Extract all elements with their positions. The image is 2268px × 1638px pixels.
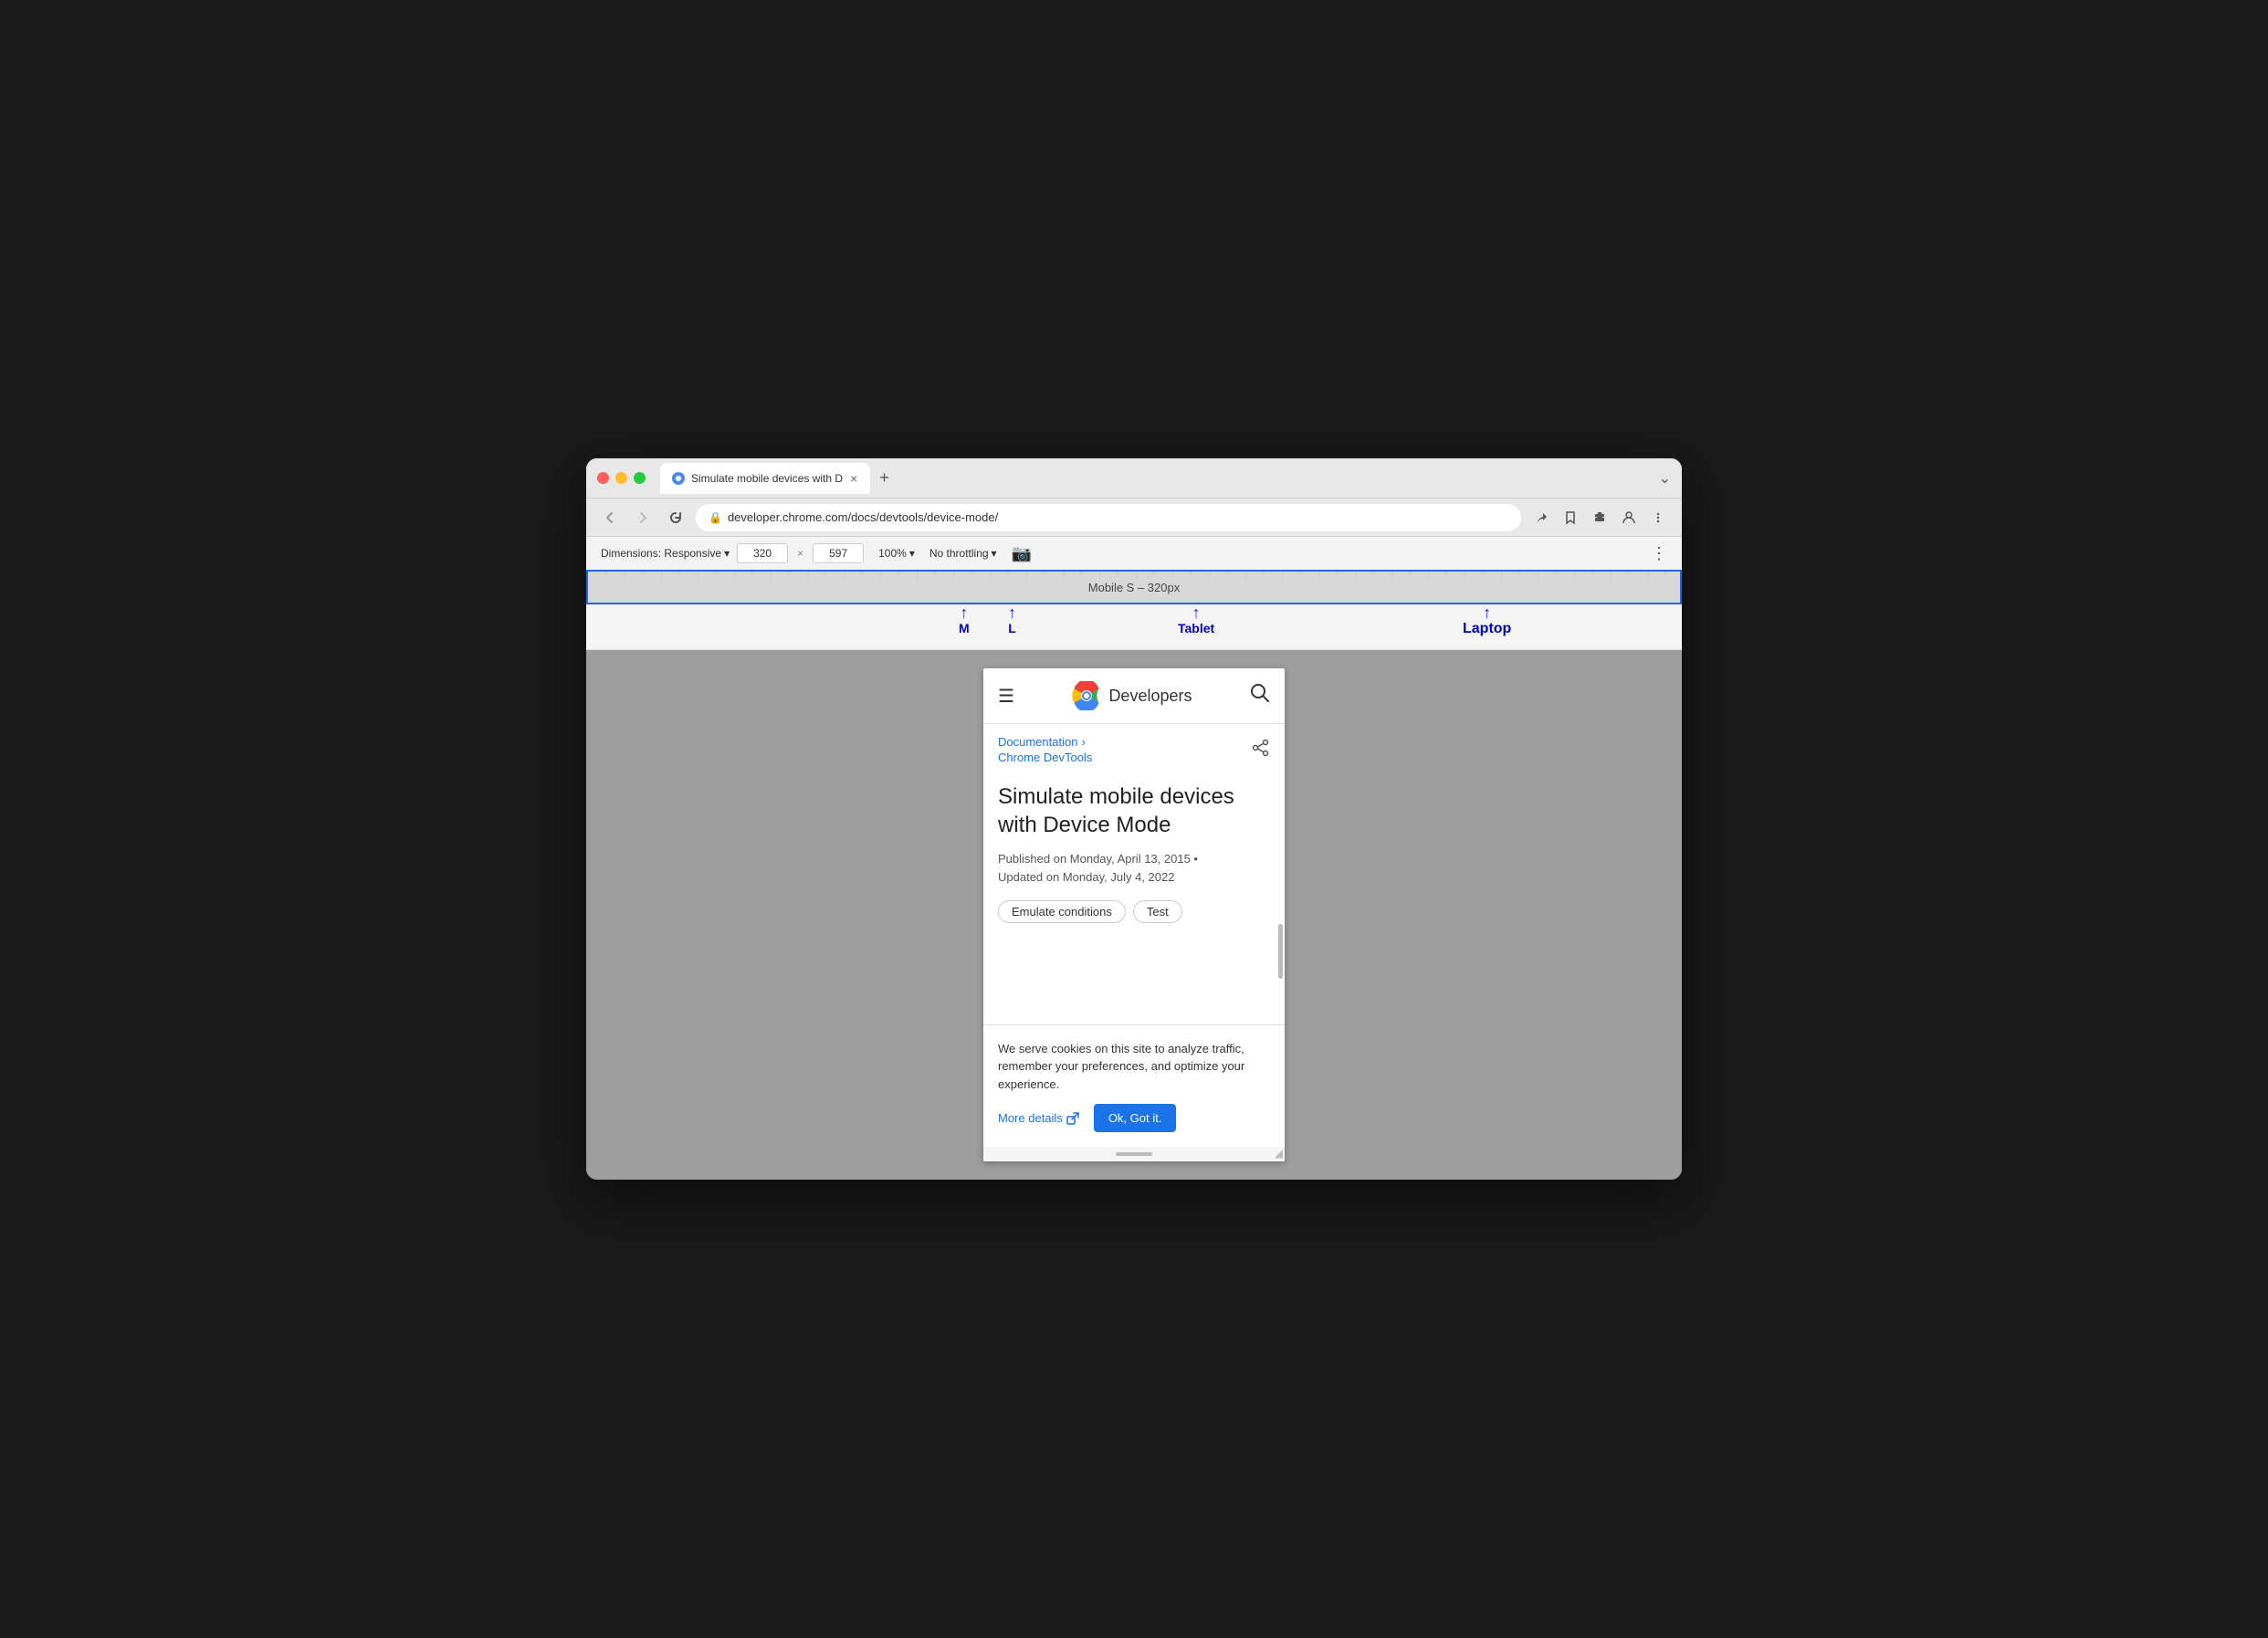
- dimensions-arrow: ▾: [724, 547, 730, 560]
- m-label: M: [959, 621, 970, 635]
- url-text: developer.chrome.com/docs/devtools/devic…: [728, 510, 998, 524]
- l-arrow-icon: ↑: [1008, 604, 1016, 621]
- article-content: Simulate mobile devices with Device Mode…: [983, 772, 1285, 1024]
- extension-icon-btn[interactable]: [1587, 505, 1612, 530]
- profile-icon: [1622, 510, 1636, 525]
- back-icon: [603, 510, 617, 525]
- search-icon[interactable]: [1250, 683, 1270, 709]
- maximize-button[interactable]: [634, 472, 646, 484]
- cookie-actions: More details Ok, Got it.: [998, 1104, 1270, 1132]
- dimensions-label: Dimensions: Responsive: [601, 547, 721, 560]
- resize-handle-bottom[interactable]: [983, 1147, 1285, 1161]
- more-options-button[interactable]: ⋮: [1651, 544, 1667, 563]
- breadcrumb-chevron: ›: [1081, 735, 1085, 749]
- forward-icon: [635, 510, 650, 525]
- height-input[interactable]: [813, 543, 864, 563]
- address-bar: 🔒 developer.chrome.com/docs/devtools/dev…: [586, 499, 1682, 537]
- menu-icon-btn[interactable]: [1645, 505, 1671, 530]
- mobile-header: ☰: [983, 668, 1285, 724]
- bookmark-icon: [1563, 510, 1578, 525]
- responsive-bar: Mobile S – 320px: [586, 572, 1682, 604]
- devtools-link[interactable]: Chrome DevTools: [998, 751, 1092, 764]
- more-details-link[interactable]: More details: [998, 1111, 1079, 1125]
- documentation-link[interactable]: Documentation ›: [998, 735, 1092, 749]
- mobile-viewport: ☰: [983, 668, 1285, 1161]
- throttle-label: No throttling: [929, 547, 989, 560]
- dimensions-dropdown[interactable]: Dimensions: Responsive ▾: [601, 547, 730, 560]
- extension-icon: [1592, 510, 1607, 525]
- tablet-arrow-icon: ↑: [1192, 604, 1201, 621]
- hamburger-icon[interactable]: ☰: [998, 685, 1014, 708]
- devtools-toolbar: Dimensions: Responsive ▾ × 100% ▾ No thr…: [586, 537, 1682, 572]
- active-tab[interactable]: Simulate mobile devices with D ×: [660, 463, 870, 494]
- cookie-banner: We serve cookies on this site to analyze…: [983, 1024, 1285, 1148]
- breakpoint-l[interactable]: ↑ L: [1008, 604, 1016, 635]
- browser-window: Simulate mobile devices with D × + ⌄ 🔒 d…: [586, 458, 1682, 1180]
- ok-got-it-button[interactable]: Ok, Got it.: [1094, 1104, 1177, 1132]
- breadcrumb: Documentation › Chrome DevTools: [983, 724, 1285, 772]
- tag-emulate[interactable]: Emulate conditions: [998, 900, 1126, 923]
- share-icon: [1534, 510, 1549, 525]
- tag-test[interactable]: Test: [1133, 900, 1182, 923]
- zoom-dropdown[interactable]: 100% ▾: [878, 547, 915, 560]
- ruler-svg: [588, 572, 1680, 603]
- cross-separator: ×: [797, 547, 803, 560]
- chrome-favicon: [671, 471, 686, 486]
- refresh-button[interactable]: [663, 505, 688, 530]
- content-area: ☰: [586, 650, 1682, 1180]
- width-input[interactable]: [737, 543, 788, 563]
- camera-icon[interactable]: 📷: [1012, 544, 1032, 563]
- chrome-logo-icon: [1072, 681, 1101, 710]
- zoom-arrow: ▾: [909, 547, 915, 560]
- throttle-arrow: ▾: [992, 547, 997, 560]
- bookmark-icon-btn[interactable]: [1558, 505, 1583, 530]
- cookie-text: We serve cookies on this site to analyze…: [998, 1040, 1270, 1094]
- l-label: L: [1008, 621, 1016, 635]
- tab-bar: Simulate mobile devices with D × + ⌄: [660, 463, 1671, 494]
- new-tab-button[interactable]: +: [872, 465, 897, 491]
- lock-icon: 🔒: [709, 511, 722, 524]
- close-button[interactable]: [597, 472, 609, 484]
- mobile-logo: Developers: [1072, 681, 1192, 710]
- breadcrumb-links: Documentation › Chrome DevTools: [998, 735, 1092, 764]
- throttle-dropdown[interactable]: No throttling ▾: [929, 547, 997, 560]
- share-icon-btn[interactable]: [1528, 505, 1554, 530]
- share-icon[interactable]: [1252, 739, 1270, 761]
- breakpoints-area: ↑ M ↑ L ↑ Tablet ↑ Laptop: [586, 604, 1682, 650]
- breakpoint-m[interactable]: ↑ M: [959, 604, 970, 635]
- tablet-label: Tablet: [1178, 621, 1214, 635]
- zoom-value: 100%: [878, 547, 907, 560]
- scrollbar[interactable]: [1278, 924, 1283, 979]
- traffic-lights: [597, 472, 646, 484]
- title-bar: Simulate mobile devices with D × + ⌄: [586, 458, 1682, 499]
- resize-handle-indicator: [1116, 1152, 1152, 1156]
- m-arrow-icon: ↑: [960, 604, 968, 621]
- ruler-marks: [588, 572, 1680, 603]
- breakpoint-tablet[interactable]: ↑ Tablet: [1178, 604, 1214, 635]
- article-tags: Emulate conditions Test: [998, 900, 1270, 923]
- article-meta: Published on Monday, April 13, 2015 • Up…: [998, 850, 1270, 886]
- profile-icon-btn[interactable]: [1616, 505, 1642, 530]
- logo-text: Developers: [1108, 687, 1192, 706]
- laptop-arrow-icon: ↑: [1483, 604, 1491, 621]
- forward-button[interactable]: [630, 505, 656, 530]
- resize-corner[interactable]: ◢: [1275, 1147, 1283, 1160]
- menu-dots-icon: [1651, 510, 1665, 525]
- back-button[interactable]: [597, 505, 623, 530]
- refresh-icon: [668, 510, 683, 525]
- article-title: Simulate mobile devices with Device Mode: [998, 782, 1270, 839]
- external-link-icon: [1066, 1112, 1079, 1125]
- laptop-label: Laptop: [1463, 621, 1511, 637]
- tab-close-button[interactable]: ×: [848, 471, 859, 486]
- breakpoint-laptop[interactable]: ↑ Laptop: [1463, 604, 1511, 637]
- tab-menu-button[interactable]: ⌄: [1659, 469, 1671, 488]
- tab-title: Simulate mobile devices with D: [691, 472, 843, 485]
- minimize-button[interactable]: [615, 472, 627, 484]
- url-bar[interactable]: 🔒 developer.chrome.com/docs/devtools/dev…: [696, 504, 1521, 531]
- address-actions: [1528, 505, 1671, 530]
